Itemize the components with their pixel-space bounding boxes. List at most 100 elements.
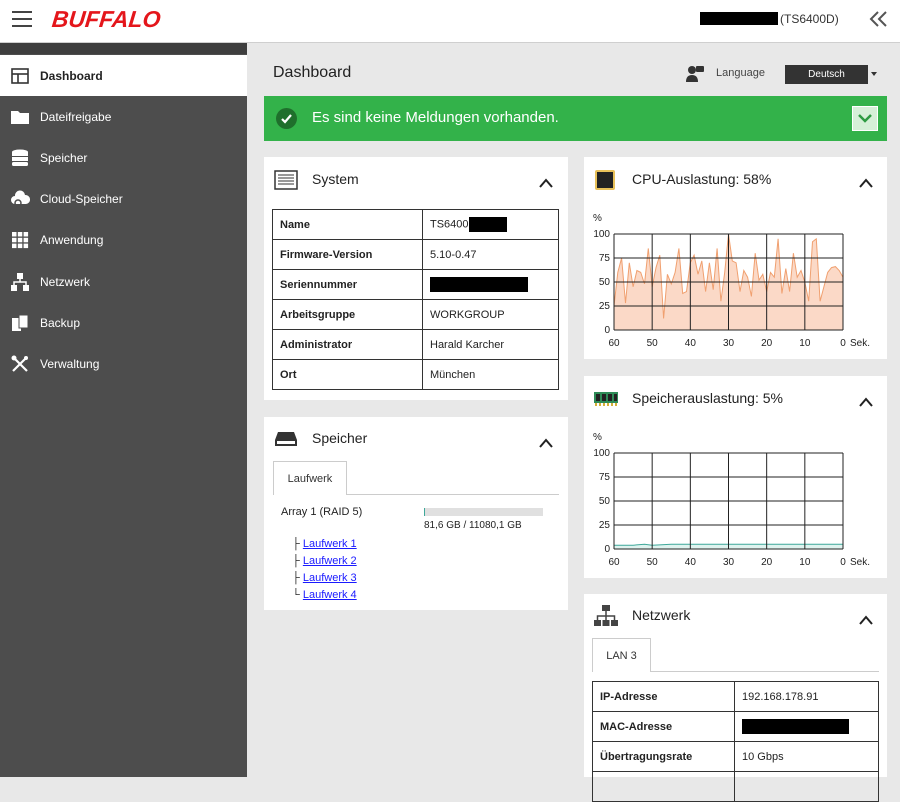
x-tick-label: 60: [608, 338, 620, 349]
x-tick-label: 30: [723, 557, 735, 568]
folder-icon: [10, 107, 30, 127]
x-tick-label: 30: [723, 338, 735, 349]
row-key: [592, 771, 735, 802]
x-tick-label: 0: [840, 557, 846, 568]
drive-link-4[interactable]: Laufwerk 4: [303, 589, 357, 601]
row-value: WORKGROUP: [422, 299, 559, 330]
drive-link-3[interactable]: Laufwerk 3: [303, 572, 357, 584]
list-item: ├ Laufwerk 1: [292, 536, 357, 553]
sidebar-item-label: Speicher: [40, 150, 88, 165]
tree-connector: ├: [292, 555, 303, 567]
redacted-hostname: [700, 12, 778, 25]
network-title: Netzwerk: [632, 607, 691, 623]
language-icon: [685, 64, 705, 84]
chevron-down-icon[interactable]: [871, 72, 877, 76]
tools-icon: [10, 354, 30, 374]
collapse-memory-chevron-up-icon[interactable]: [859, 394, 873, 407]
collapse-system-chevron-up-icon[interactable]: [539, 175, 553, 188]
table-row: Ort München: [272, 359, 559, 390]
sidebar-item-network[interactable]: Netzwerk: [0, 261, 247, 302]
y-tick-label: 75: [599, 253, 611, 264]
dashboard-icon: [10, 66, 30, 86]
row-key: Ort: [272, 359, 423, 390]
notification-banner: Es sind keine Meldungen vorhanden.: [264, 96, 887, 141]
storage-card: Speicher Laufwerk Array 1 (RAID 5) 81,6 …: [264, 417, 568, 610]
y-tick-label: 50: [599, 277, 611, 288]
list-item: ├ Laufwerk 3: [292, 570, 357, 587]
y-tick-label: 75: [599, 472, 611, 483]
sidebar-item-label: Dateifreigabe: [40, 109, 112, 124]
sidebar-item-administration[interactable]: Verwaltung: [0, 343, 247, 384]
server-list-icon: [274, 170, 298, 195]
x-tick-label: 10: [799, 557, 811, 568]
y-tick-label: 100: [593, 229, 610, 240]
cpu-card: CPU-Auslastung: 58% 0 25 50 75 100 60 50 40 30 20…: [584, 157, 887, 359]
row-value: [422, 269, 559, 300]
sidebar-item-backup[interactable]: Backup: [0, 302, 247, 343]
redacted-name: [468, 217, 507, 232]
page-title: Dashboard: [273, 64, 352, 81]
collapse-storage-chevron-up-icon[interactable]: [539, 435, 553, 448]
row-value: 10 Gbps: [734, 741, 879, 772]
system-card: System Name TS6400 Firmware-Version 5.10-0…: [264, 157, 568, 400]
storage-icon: [10, 148, 30, 168]
x-tick-label: 10: [799, 338, 811, 349]
row-key: Name: [272, 209, 423, 240]
expand-notifications-button[interactable]: [852, 106, 878, 131]
hard-drive-icon: [274, 430, 298, 453]
x-tick-label: 20: [761, 338, 773, 349]
system-title: System: [312, 171, 359, 187]
network-info-table: IP-Adresse 192.168.178.91 MAC-Adresse Übe…: [592, 681, 879, 802]
network-card: Netzwerk LAN 3 IP-Adresse 192.168.178.91 …: [584, 594, 887, 802]
double-chevron-left-icon[interactable]: [868, 8, 890, 30]
y-tick-label: 0: [604, 544, 610, 555]
collapse-network-chevron-up-icon[interactable]: [859, 612, 873, 625]
sidebar-item-cloud-storage[interactable]: Cloud-Speicher: [0, 178, 247, 219]
memory-usage-chart: 025507510060 50 40 30 20 10 0%Sek.: [593, 432, 870, 568]
x-tick-label: 40: [685, 338, 697, 349]
menu-icon[interactable]: [12, 11, 32, 29]
sidebar-item-file-sharing[interactable]: Dateifreigabe: [0, 96, 247, 137]
row-key: Administrator: [272, 329, 423, 360]
sidebar-item-storage[interactable]: Speicher: [0, 137, 247, 178]
memory-title: Speicherauslastung: 5%: [632, 390, 783, 406]
language-select[interactable]: Deutsch: [785, 65, 868, 84]
memory-card: Speicherauslastung: 5% 0 25 50 75 100 60 50 40 3…: [584, 376, 887, 578]
list-item: └ Laufwerk 4: [292, 587, 357, 604]
sidebar-item-label: Verwaltung: [40, 356, 100, 371]
notification-text: Es sind keine Meldungen vorhanden.: [312, 109, 559, 126]
tab-drive[interactable]: Laufwerk: [273, 461, 347, 495]
x-tick-label: 50: [647, 338, 659, 349]
table-row: IP-Adresse 192.168.178.91: [592, 681, 879, 712]
drive-link-2[interactable]: Laufwerk 2: [303, 555, 357, 567]
brand-logo: BUFFALO: [50, 6, 163, 32]
sidebar-item-applications[interactable]: Anwendung: [0, 219, 247, 260]
storage-usage-bar: [424, 508, 543, 516]
cloud-icon: [10, 189, 30, 209]
system-info-table: Name TS6400 Firmware-Version 5.10-0.47 Ser…: [272, 209, 559, 390]
table-row: Name TS6400: [272, 209, 559, 240]
redacted-serial: [430, 277, 528, 292]
backup-icon: [10, 313, 30, 333]
y-tick-label: 25: [599, 301, 611, 312]
drive-link-1[interactable]: Laufwerk 1: [303, 538, 357, 550]
collapse-cpu-chevron-up-icon[interactable]: [859, 175, 873, 188]
cpu-usage-chart: 025507510060 50 40 30 20 10 0%Sek.: [593, 213, 870, 349]
network-icon: [593, 604, 619, 633]
table-row: Seriennummer: [272, 269, 559, 300]
row-key: MAC-Adresse: [592, 711, 735, 742]
memory-module-icon: [593, 390, 619, 411]
array-label: Array 1 (RAID 5): [281, 506, 363, 518]
top-bar: BUFFALO (TS6400D): [0, 0, 900, 43]
storage-usage-fill: [424, 508, 425, 516]
sidebar-item-dashboard[interactable]: Dashboard: [0, 55, 247, 96]
y-tick-label: 50: [599, 496, 611, 507]
language-label: Language: [716, 67, 765, 79]
y-axis-label: %: [593, 213, 602, 224]
tab-lan3[interactable]: LAN 3: [592, 638, 651, 672]
x-tick-label: 20: [761, 557, 773, 568]
x-axis-label: Sek.: [850, 338, 870, 349]
y-tick-label: 100: [593, 448, 610, 459]
redacted-mac: [742, 719, 849, 734]
x-tick-label: 40: [685, 557, 697, 568]
